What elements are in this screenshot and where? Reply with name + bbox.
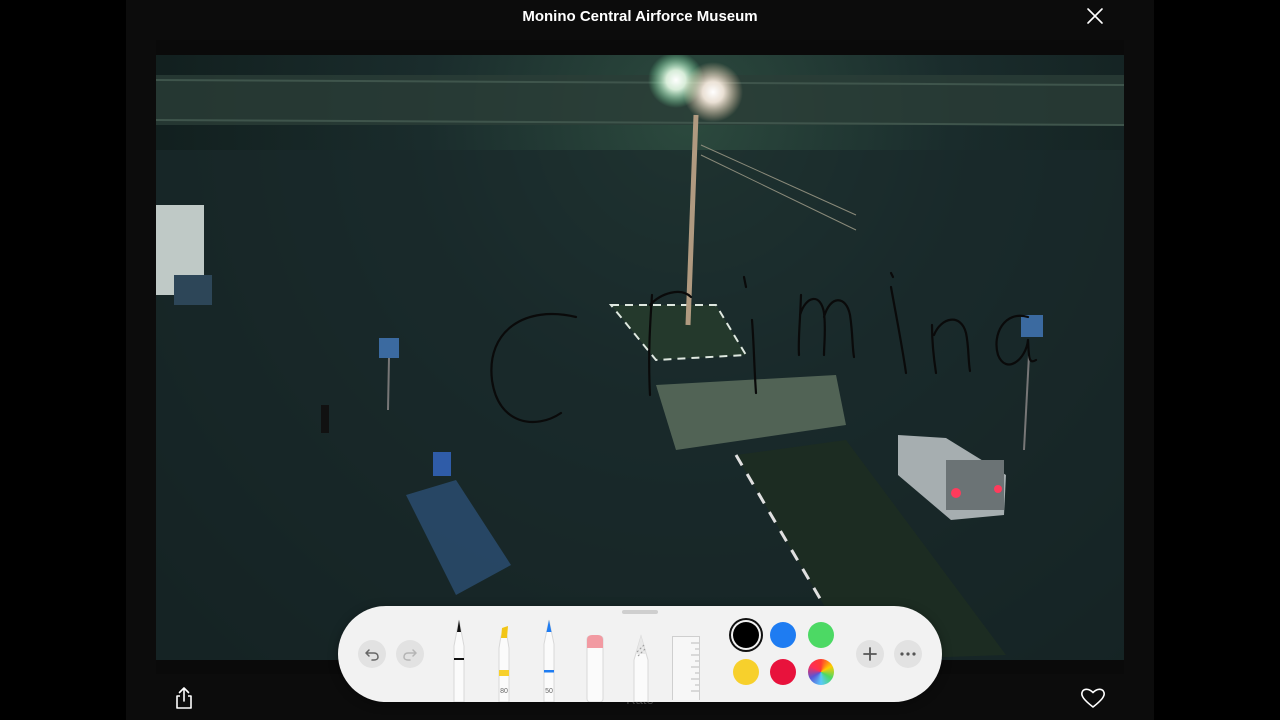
close-button[interactable] [1086, 7, 1104, 25]
add-button[interactable] [856, 640, 884, 668]
markup-toolbar: 80 50 [338, 606, 942, 703]
heart-icon [1081, 688, 1105, 708]
color-swatch-red[interactable] [770, 659, 796, 685]
undo-icon [365, 649, 379, 661]
lasso-icon [633, 634, 649, 703]
highlighter-tool-label: 80 [500, 688, 508, 695]
eraser-icon [586, 635, 604, 703]
plus-icon [863, 647, 877, 661]
redo-button[interactable] [396, 640, 424, 668]
more-button[interactable] [894, 640, 922, 668]
color-picker-button[interactable] [808, 659, 834, 685]
pen-icon [453, 619, 465, 703]
color-swatch-blue[interactable] [770, 622, 796, 648]
more-icon [900, 652, 916, 656]
road-sign [379, 338, 399, 358]
ruler-icon [691, 642, 699, 692]
photo[interactable] [156, 55, 1124, 660]
color-swatch-black[interactable] [733, 622, 759, 648]
pen-tool[interactable] [448, 618, 470, 703]
redo-icon [403, 649, 417, 661]
road-sign [1021, 315, 1043, 337]
street-light [683, 62, 743, 122]
pencil-tool-label: 50 [545, 688, 553, 695]
color-swatch-green[interactable] [808, 622, 834, 648]
title-bar: Monino Central Airforce Museum [126, 0, 1154, 40]
close-icon [1087, 8, 1103, 24]
toolbar-grabber[interactable] [622, 610, 658, 614]
eraser-tool[interactable] [584, 618, 606, 703]
favorite-button[interactable] [1080, 686, 1106, 710]
color-swatch-yellow[interactable] [733, 659, 759, 685]
page-title: Monino Central Airforce Museum [522, 8, 758, 25]
pedestrian [321, 405, 329, 433]
photo-viewer [156, 40, 1124, 674]
ruler-tool[interactable] [672, 636, 700, 700]
lasso-tool[interactable] [630, 618, 652, 703]
ground [156, 150, 1124, 660]
undo-button[interactable] [358, 640, 386, 668]
pencil-tool[interactable]: 50 [538, 618, 560, 703]
highlighter-tool[interactable]: 80 [493, 618, 515, 703]
